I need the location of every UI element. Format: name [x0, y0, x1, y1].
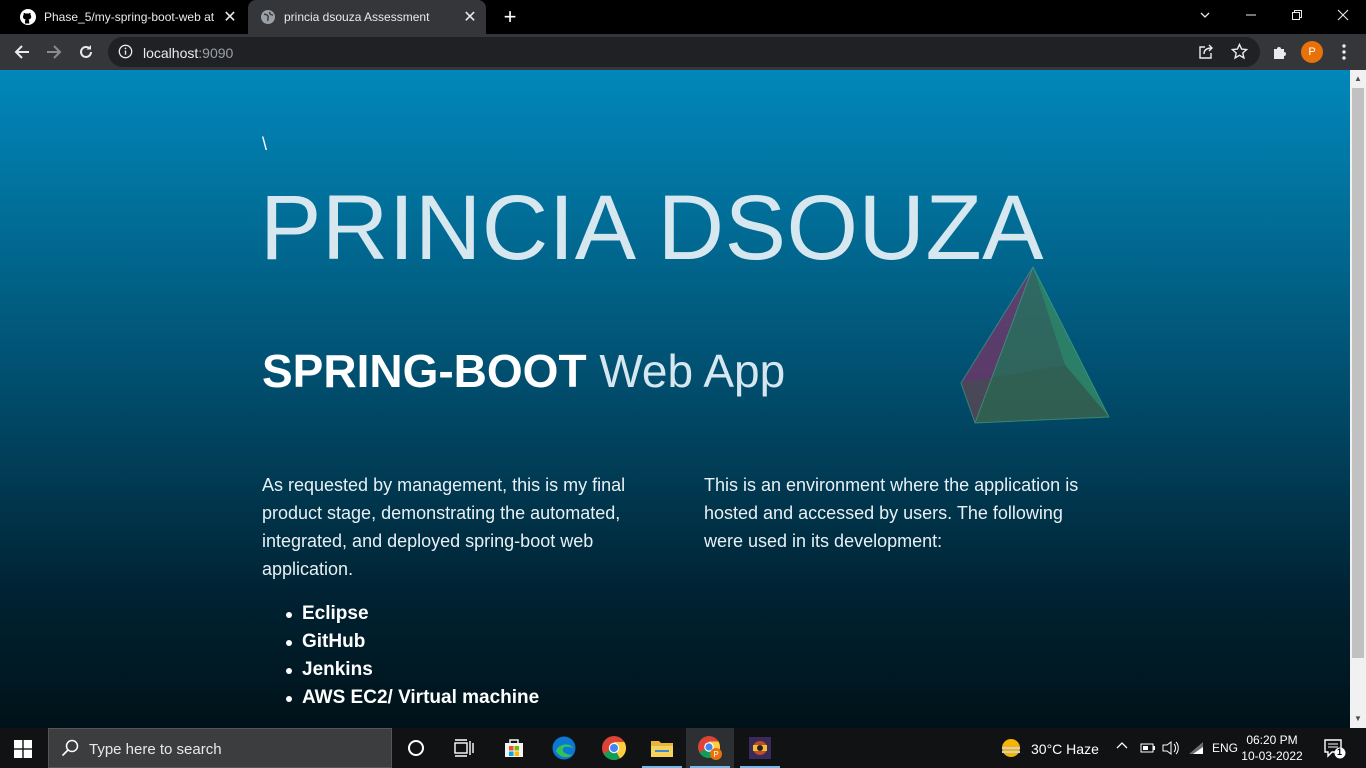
- bookmark-star-icon[interactable]: [1230, 42, 1249, 65]
- environment-paragraph: This is an environment where the applica…: [704, 475, 1079, 551]
- github-icon: [20, 9, 36, 25]
- search-placeholder: Type here to search: [89, 741, 222, 758]
- url-text: localhost:9090: [143, 45, 233, 61]
- minimize-icon[interactable]: [1228, 0, 1274, 30]
- windows-start-icon[interactable]: [14, 740, 32, 763]
- close-icon[interactable]: ✕: [220, 7, 240, 27]
- notifications-icon[interactable]: [1324, 739, 1346, 764]
- forward-arrow-icon[interactable]: [40, 38, 68, 66]
- extensions-puzzle-icon[interactable]: [1266, 38, 1294, 66]
- svg-text:P: P: [713, 750, 718, 759]
- tab-search-chevron-icon[interactable]: [1182, 0, 1228, 30]
- wifi-icon[interactable]: [1188, 741, 1204, 758]
- tab-title: princia dsouza Assessment: [284, 10, 430, 24]
- url-port: :9090: [198, 45, 234, 61]
- edge-browser-icon[interactable]: [540, 728, 588, 768]
- share-icon[interactable]: [1198, 44, 1214, 65]
- browser-toolbar: localhost:9090 P: [0, 34, 1366, 70]
- tab-github[interactable]: Phase_5/my-spring-boot-web at ✕: [8, 0, 246, 34]
- notification-count-badge: 1: [1337, 747, 1343, 757]
- stray-backslash: \: [262, 134, 268, 154]
- globe-icon: [260, 9, 276, 25]
- scroll-up-arrow-icon[interactable]: ▲: [1353, 74, 1363, 84]
- list-item: Eclipse: [262, 600, 539, 628]
- microsoft-store-icon[interactable]: [490, 728, 538, 768]
- kebab-menu-icon[interactable]: [1330, 38, 1358, 66]
- clock-date: 10-03-2022: [1241, 749, 1303, 763]
- intro-paragraph: As requested by management, this is my f…: [262, 475, 626, 579]
- address-bar[interactable]: localhost:9090: [108, 37, 1260, 67]
- list-item: GitHub: [262, 628, 539, 656]
- page-title: PRINCIA DSOUZA: [260, 177, 1045, 279]
- chrome-profile-icon[interactable]: P: [686, 728, 734, 768]
- pyramid-graphic: [960, 265, 1110, 424]
- weather-text[interactable]: 30°C Haze: [1031, 741, 1099, 757]
- weather-haze-icon[interactable]: [1000, 737, 1022, 764]
- volume-icon[interactable]: [1162, 740, 1180, 759]
- list-item: Jenkins: [262, 656, 539, 684]
- scroll-down-arrow-icon[interactable]: ▼: [1353, 714, 1363, 724]
- battery-icon[interactable]: [1140, 741, 1156, 757]
- language-indicator[interactable]: ENG: [1212, 741, 1238, 755]
- tab-title: Phase_5/my-spring-boot-web at: [44, 10, 215, 24]
- tools-list: Eclipse GitHub Jenkins AWS EC2/ Virtual …: [262, 600, 539, 712]
- reload-icon[interactable]: [72, 38, 100, 66]
- window-close-icon[interactable]: [1320, 0, 1366, 30]
- system-clock[interactable]: 06:20 PM 10-03-2022: [1240, 732, 1304, 764]
- file-explorer-icon[interactable]: [638, 728, 686, 768]
- profile-avatar[interactable]: P: [1301, 41, 1323, 63]
- tab-assessment[interactable]: princia dsouza Assessment ✕: [248, 0, 486, 34]
- tab-strip: Phase_5/my-spring-boot-web at ✕ princia …: [0, 0, 1366, 34]
- subtitle-light: Web App: [586, 345, 786, 397]
- scrollbar-thumb[interactable]: [1352, 88, 1364, 658]
- url-host: localhost: [143, 45, 199, 61]
- app-subtitle: SPRING-BOOT Web App: [262, 344, 785, 398]
- task-view-icon[interactable]: [440, 728, 488, 768]
- chevron-up-icon[interactable]: [1116, 739, 1128, 755]
- close-icon[interactable]: ✕: [460, 7, 480, 27]
- chrome-icon[interactable]: [590, 728, 638, 768]
- restore-icon[interactable]: [1274, 0, 1320, 30]
- subtitle-bold: SPRING-BOOT: [262, 345, 587, 397]
- game-app-icon[interactable]: [736, 728, 784, 768]
- taskbar-search-box[interactable]: Type here to search: [48, 728, 392, 768]
- vertical-scrollbar[interactable]: ▲ ▼: [1350, 70, 1366, 728]
- new-tab-icon[interactable]: +: [498, 4, 522, 29]
- search-icon: [61, 739, 79, 762]
- list-item: AWS EC2/ Virtual machine: [262, 684, 539, 712]
- clock-time: 06:20 PM: [1246, 733, 1298, 747]
- info-icon[interactable]: [118, 44, 133, 64]
- cortana-circle-icon[interactable]: [392, 728, 440, 768]
- web-page: \ PRINCIA DSOUZA SPRING-BOOT Web App As …: [0, 70, 1350, 728]
- windows-taskbar: Type here to search P 30°C Haze ENG 06:2…: [0, 728, 1366, 768]
- back-arrow-icon[interactable]: [8, 38, 36, 66]
